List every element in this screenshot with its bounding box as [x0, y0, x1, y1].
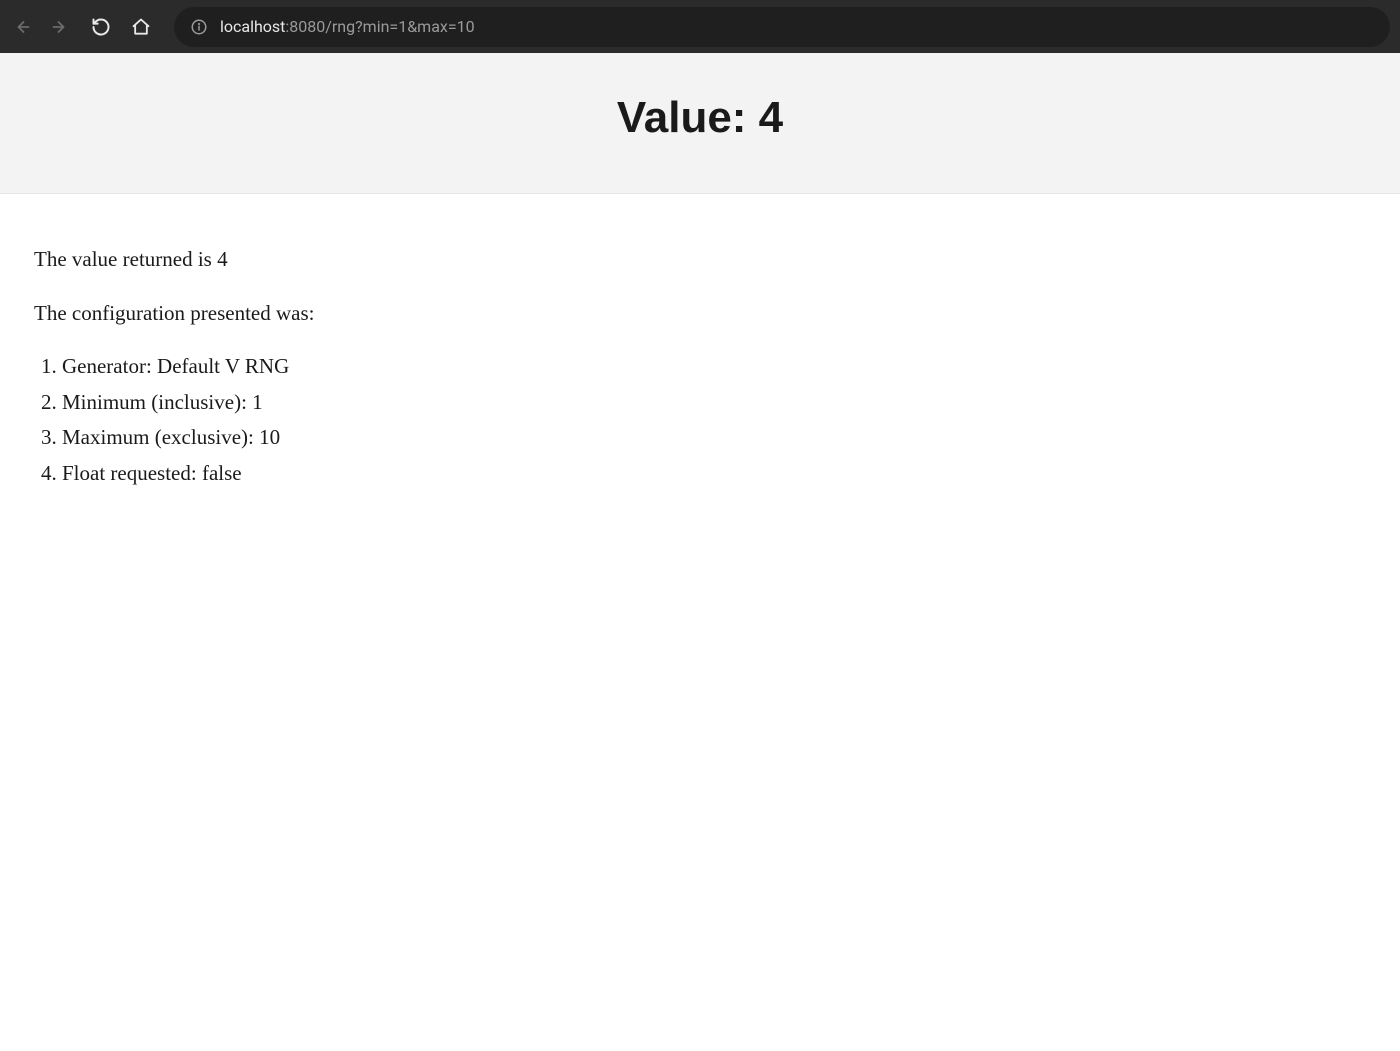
list-item: Generator: Default V RNG — [62, 351, 1366, 383]
list-item: Maximum (exclusive): 10 — [62, 422, 1366, 454]
config-intro: The configuration presented was: — [34, 298, 1366, 330]
forward-button[interactable] — [50, 16, 72, 38]
nav-buttons — [10, 16, 152, 38]
url-path: :8080/rng?min=1&max=10 — [285, 17, 474, 36]
list-item: Float requested: false — [62, 458, 1366, 490]
back-button[interactable] — [10, 16, 32, 38]
list-item: Minimum (inclusive): 1 — [62, 387, 1366, 419]
home-button[interactable] — [130, 16, 152, 38]
page-header: Value: 4 — [0, 53, 1400, 194]
config-list: Generator: Default V RNG Minimum (inclus… — [34, 351, 1366, 489]
browser-toolbar: localhost:8080/rng?min=1&max=10 — [0, 0, 1400, 53]
address-bar[interactable]: localhost:8080/rng?min=1&max=10 — [174, 7, 1390, 47]
url-display: localhost:8080/rng?min=1&max=10 — [220, 17, 475, 36]
page-title: Value: 4 — [0, 93, 1400, 143]
page-content: The value returned is 4 The configuratio… — [0, 194, 1400, 543]
url-host: localhost — [220, 17, 285, 36]
site-info-icon[interactable] — [190, 18, 208, 36]
reload-button[interactable] — [90, 16, 112, 38]
summary-text: The value returned is 4 — [34, 244, 1366, 276]
